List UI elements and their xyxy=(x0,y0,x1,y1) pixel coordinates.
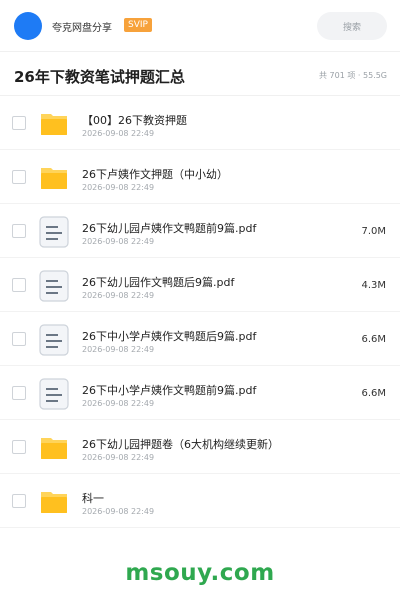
list-item[interactable]: 26下中小学卢姨作文鸭题后9篇.pdf 2026-09-08 22:49 6.6… xyxy=(0,312,400,366)
search-input[interactable]: 搜索 xyxy=(317,12,387,40)
file-name: 26下幼儿园押题卷（6大机构继续更新） xyxy=(82,438,279,451)
file-date: 2026-09-08 22:49 xyxy=(82,345,155,354)
document-icon xyxy=(39,378,69,410)
list-item[interactable]: 26下幼儿园押题卷（6大机构继续更新） 2026-09-08 22:49 xyxy=(0,420,400,474)
folder-icon xyxy=(41,438,67,459)
select-checkbox[interactable] xyxy=(12,440,26,454)
item-count-and-size: 共 701 项 · 55.5G xyxy=(319,71,387,80)
file-date: 2026-09-08 22:49 xyxy=(82,129,155,138)
page-title-bar: 26年下教资笔试押题汇总 共 701 项 · 55.5G xyxy=(0,52,400,96)
list-item[interactable]: 26下卢姨作文押题（中小幼） 2026-09-08 22:49 xyxy=(0,150,400,204)
file-date: 2026-09-08 22:49 xyxy=(82,183,155,192)
brand-name: 夸克网盘分享 xyxy=(52,23,112,34)
list-item[interactable]: 科一 2026-09-08 22:49 xyxy=(0,474,400,528)
file-name: 26下幼儿园作文鸭题后9篇.pdf xyxy=(82,276,235,289)
page-title: 26年下教资笔试押题汇总 xyxy=(14,68,185,86)
list-item[interactable]: 26下幼儿园作文鸭题后9篇.pdf 2026-09-08 22:49 4.3M xyxy=(0,258,400,312)
file-name: 26下中小学卢姨作文鸭题后9篇.pdf xyxy=(82,330,257,343)
file-name: 【00】26下教资押题 xyxy=(82,114,187,127)
document-icon xyxy=(39,216,69,248)
document-icon xyxy=(39,324,69,356)
select-checkbox[interactable] xyxy=(12,170,26,184)
list-item[interactable]: 26下幼儿园卢姨作文鸭题前9篇.pdf 2026-09-08 22:49 7.0… xyxy=(0,204,400,258)
select-checkbox[interactable] xyxy=(12,116,26,130)
file-name: 科一 xyxy=(82,492,104,505)
folder-icon xyxy=(41,114,67,135)
file-size: 7.0M xyxy=(361,226,386,237)
file-date: 2026-09-08 22:49 xyxy=(82,237,155,246)
file-size: 6.6M xyxy=(361,388,386,399)
file-date: 2026-09-08 22:49 xyxy=(82,291,155,300)
file-date: 2026-09-08 22:49 xyxy=(82,507,155,516)
app-header: 夸克网盘分享 SVIP 搜索 xyxy=(0,0,400,52)
watermark-text: msouy.com xyxy=(125,560,275,586)
select-checkbox[interactable] xyxy=(12,332,26,346)
file-size: 4.3M xyxy=(361,280,386,291)
select-checkbox[interactable] xyxy=(12,494,26,508)
folder-icon xyxy=(41,168,67,189)
file-date: 2026-09-08 22:49 xyxy=(82,399,155,408)
file-size: 6.6M xyxy=(361,334,386,345)
search-placeholder: 搜索 xyxy=(342,22,361,33)
select-checkbox[interactable] xyxy=(12,278,26,292)
file-name: 26下卢姨作文押题（中小幼） xyxy=(82,168,228,181)
file-date: 2026-09-08 22:49 xyxy=(82,453,155,462)
svip-badge: SVIP xyxy=(124,18,152,32)
list-item[interactable]: 【00】26下教资押题 2026-09-08 22:49 xyxy=(0,96,400,150)
file-list: 【00】26下教资押题 2026-09-08 22:49 26下卢姨作文押题（中… xyxy=(0,96,400,528)
file-name: 26下中小学卢姨作文鸭题前9篇.pdf xyxy=(82,384,257,397)
select-checkbox[interactable] xyxy=(12,224,26,238)
file-name: 26下幼儿园卢姨作文鸭题前9篇.pdf xyxy=(82,222,257,235)
avatar[interactable] xyxy=(14,12,42,40)
folder-icon xyxy=(41,492,67,513)
list-item[interactable]: 26下中小学卢姨作文鸭题前9篇.pdf 2026-09-08 22:49 6.6… xyxy=(0,366,400,420)
document-icon xyxy=(39,270,69,302)
select-checkbox[interactable] xyxy=(12,386,26,400)
